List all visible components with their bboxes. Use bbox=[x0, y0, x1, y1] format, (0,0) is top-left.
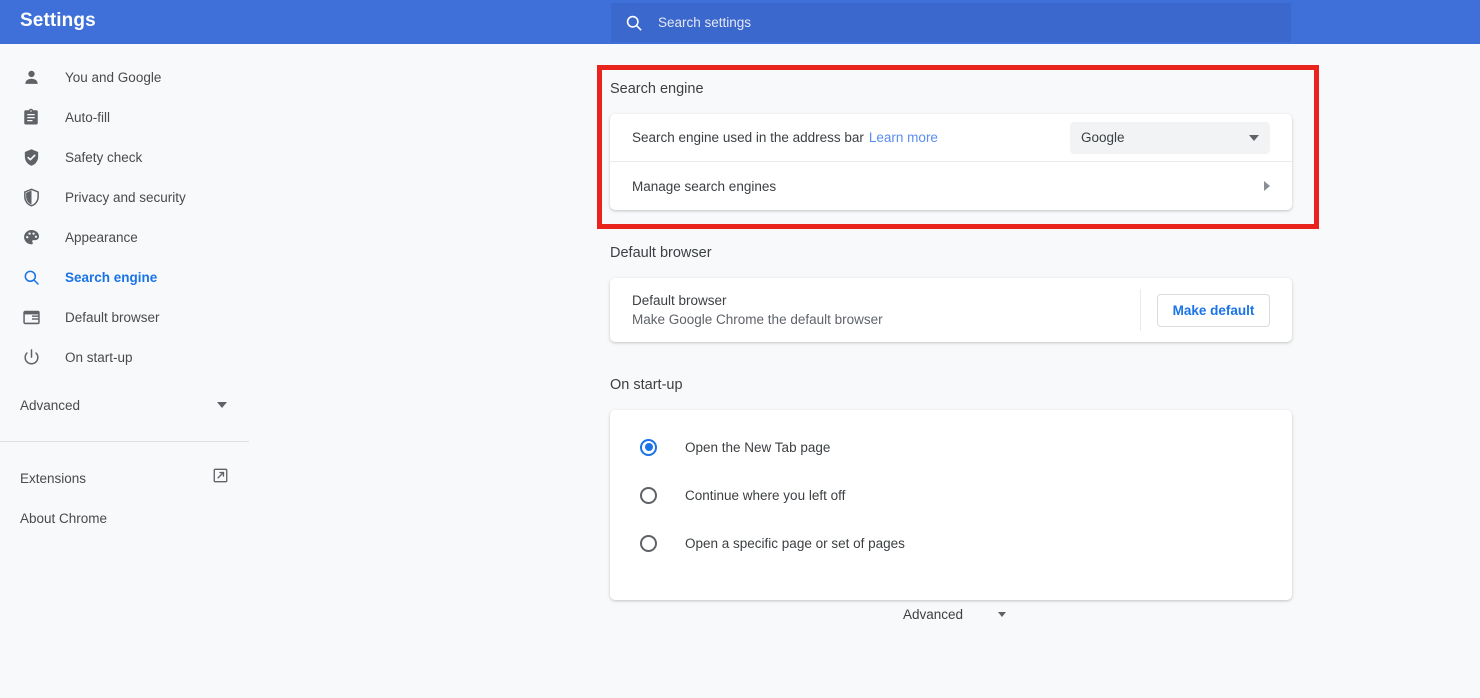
sidebar-item-label: Auto-fill bbox=[65, 109, 111, 125]
search-icon bbox=[20, 266, 42, 288]
sidebar-item-label: About Chrome bbox=[20, 510, 108, 526]
power-icon bbox=[20, 346, 42, 368]
sidebar-item-label: Appearance bbox=[65, 229, 138, 245]
sidebar-item-you-and-google[interactable]: You and Google bbox=[0, 57, 249, 97]
sidebar: You and Google Auto-fill Safety check Pr… bbox=[0, 44, 249, 698]
shield-check-icon bbox=[20, 146, 42, 168]
search-input[interactable]: Search settings bbox=[658, 15, 751, 30]
search-settings-box[interactable]: Search settings bbox=[611, 3, 1291, 42]
radio-button[interactable] bbox=[640, 486, 657, 504]
main-content: Search engine Search engine used in the … bbox=[249, 44, 1480, 698]
sidebar-item-auto-fill[interactable]: Auto-fill bbox=[0, 97, 249, 137]
person-icon bbox=[20, 66, 42, 88]
default-browser-card: Default browser Make Google Chrome the d… bbox=[610, 278, 1292, 342]
sidebar-item-label: Default browser bbox=[65, 309, 160, 325]
startup-option-label: Open the New Tab page bbox=[685, 439, 831, 455]
startup-option-label: Continue where you left off bbox=[685, 487, 846, 503]
chevron-down-icon bbox=[1249, 134, 1259, 141]
sidebar-item-search-engine[interactable]: Search engine bbox=[0, 257, 249, 297]
palette-icon bbox=[20, 226, 42, 248]
shield-half-icon bbox=[20, 186, 42, 208]
startup-option-specific-page[interactable]: Open a specific page or set of pages bbox=[610, 519, 1292, 567]
external-link-icon bbox=[212, 467, 229, 489]
search-engine-address-bar-label: Search engine used in the address bar bbox=[632, 130, 864, 145]
startup-option-label: Open a specific page or set of pages bbox=[685, 535, 905, 551]
default-browser-section-title: Default browser bbox=[610, 245, 712, 261]
arrow-right-icon bbox=[1264, 181, 1270, 191]
on-startup-card: Open the New Tab page Continue where you… bbox=[610, 410, 1292, 600]
sidebar-item-label: You and Google bbox=[65, 69, 162, 85]
sidebar-item-about-chrome[interactable]: About Chrome bbox=[0, 498, 249, 538]
sidebar-item-label: On start-up bbox=[65, 349, 133, 365]
search-engine-section-title: Search engine bbox=[610, 81, 704, 97]
page-title: Settings bbox=[20, 10, 96, 31]
sidebar-item-safety-check[interactable]: Safety check bbox=[0, 137, 249, 177]
make-default-button[interactable]: Make default bbox=[1157, 293, 1270, 327]
search-engine-selected-value: Google bbox=[1081, 130, 1125, 145]
default-browser-row-title: Default browser bbox=[632, 293, 727, 308]
sidebar-item-default-browser[interactable]: Default browser bbox=[0, 297, 249, 337]
top-app-bar: Settings Search settings bbox=[0, 0, 1480, 44]
row-separator bbox=[1140, 289, 1141, 331]
search-engine-address-bar-row[interactable]: Search engine used in the address bar Le… bbox=[610, 114, 1292, 161]
chevron-down-icon bbox=[998, 612, 1007, 617]
search-engine-card: Search engine used in the address bar Le… bbox=[610, 114, 1292, 210]
default-browser-row-subtitle: Make Google Chrome the default browser bbox=[632, 312, 883, 327]
sidebar-item-privacy-and-security[interactable]: Privacy and security bbox=[0, 177, 249, 217]
manage-search-engines-label: Manage search engines bbox=[632, 178, 777, 194]
sidebar-item-label: Search engine bbox=[65, 269, 158, 285]
manage-search-engines-row[interactable]: Manage search engines bbox=[610, 162, 1292, 210]
search-engine-select[interactable]: Google bbox=[1070, 121, 1270, 154]
learn-more-link[interactable]: Learn more bbox=[869, 130, 938, 145]
on-startup-section-title: On start-up bbox=[610, 377, 683, 393]
search-icon bbox=[626, 15, 642, 30]
sidebar-item-label: Privacy and security bbox=[65, 189, 186, 205]
startup-option-new-tab[interactable]: Open the New Tab page bbox=[610, 423, 1292, 471]
radio-button[interactable] bbox=[640, 534, 657, 552]
sidebar-advanced-toggle[interactable]: Advanced bbox=[0, 385, 249, 425]
sidebar-item-label: Extensions bbox=[20, 470, 87, 486]
startup-option-continue[interactable]: Continue where you left off bbox=[610, 471, 1292, 519]
chevron-down-icon bbox=[217, 402, 227, 408]
sidebar-item-on-start-up[interactable]: On start-up bbox=[0, 337, 249, 377]
sidebar-advanced-label: Advanced bbox=[20, 397, 81, 413]
sidebar-item-extensions[interactable]: Extensions bbox=[0, 458, 249, 498]
radio-button[interactable] bbox=[640, 438, 657, 456]
sidebar-divider bbox=[0, 441, 249, 442]
sidebar-item-appearance[interactable]: Appearance bbox=[0, 217, 249, 257]
clipboard-icon bbox=[20, 106, 42, 128]
advanced-toggle-label: Advanced bbox=[903, 607, 964, 622]
browser-window-icon bbox=[20, 306, 42, 328]
advanced-toggle-button[interactable]: Advanced bbox=[903, 607, 1007, 622]
sidebar-item-label: Safety check bbox=[65, 149, 143, 165]
